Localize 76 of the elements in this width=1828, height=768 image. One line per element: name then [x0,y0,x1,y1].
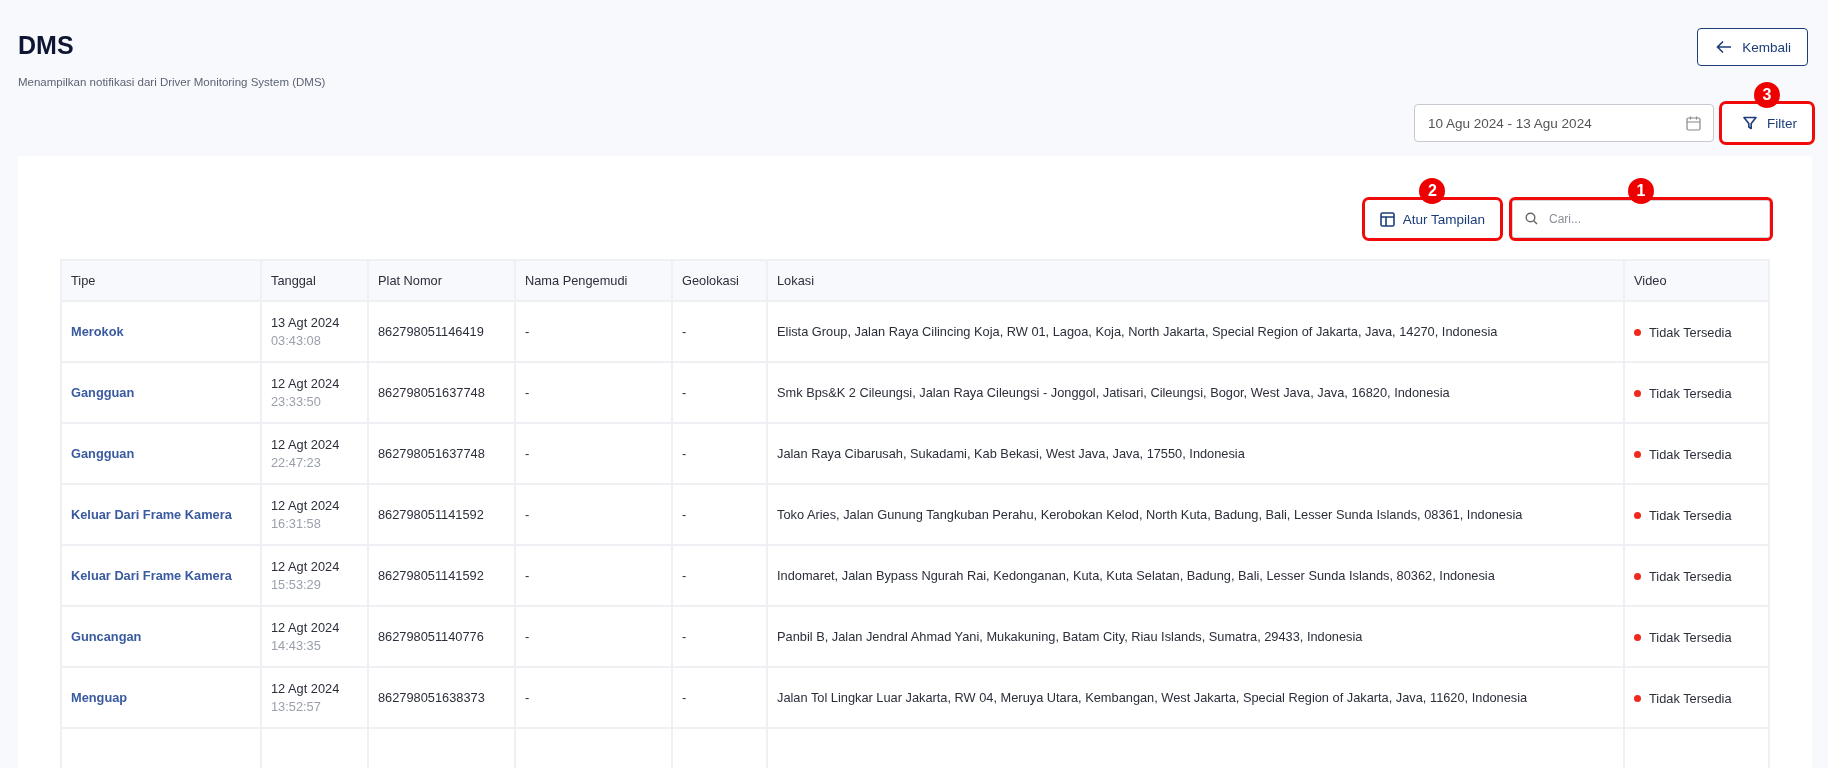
table-cell: - [682,507,687,522]
table-cell: Jalan Raya Cibarusah, Sukadami, Kab Bekasi, West Java, Java, 17550, Indonesia [777,446,1245,461]
search-icon [1525,212,1538,225]
table-cell: 862798051141592 [378,507,484,522]
table-cell: - [682,385,687,400]
time-text: 16:31:58 [271,516,322,531]
arrow-left-icon [1716,40,1733,54]
table-cell: - [525,324,530,339]
table-cell: Elista Group, Jalan Raya Cilincing Koja, RW 01, Lagoa, Koja, North Jakarta, Special Region of Jakarta, Java, 14270, Indonesia [777,324,1498,339]
event-type-link[interactable]: Merokok [71,324,124,339]
date-text: 13 Agt 2024 [271,315,341,330]
step-badge: 1 [1628,178,1654,204]
table-cell: - [682,690,687,705]
table-cell: - [525,446,530,461]
filter-button[interactable]: Filter [1722,104,1812,142]
video-status: Tidak Tersedia [1649,507,1732,523]
column-header: Lokasi [768,261,1623,300]
column-header: Nama Pengemudi [516,261,671,300]
date-text: 12 Agt 2024 [271,376,341,391]
video-status: Tidak Tersedia [1649,446,1732,462]
video-status: Tidak Tersedia [1649,629,1732,645]
date-text: 12 Agt 2024 [271,437,341,452]
page-title: DMS [18,30,75,60]
search-field[interactable]: Cari... [1512,200,1770,238]
video-status: Tidak Tersedia [1649,324,1732,340]
funnel-icon [1743,116,1757,130]
table-cell: - [682,324,687,339]
back-button[interactable]: Kembali [1697,28,1808,66]
date-text: 12 Agt 2024 [271,498,341,513]
table-cell: Smk Bps&K 2 Cileungsi, Jalan Raya Cileungsi - Jonggol, Jatisari, Cileungsi, Bogor, West Java, Java, 16820, Indonesia [777,385,1450,400]
page-subtitle: Menampilkan notifikasi dari Driver Monitoring System (DMS) [18,76,326,88]
table-cell: - [525,385,530,400]
video-status: Tidak Tersedia [1649,385,1732,401]
table-cell: 862798051637748 [378,446,485,461]
step-badge: 2 [1419,178,1446,204]
event-type-link[interactable]: Guncangan [71,629,142,644]
time-text: 14:43:35 [271,638,322,653]
table-cell: 862798051140776 [378,629,484,644]
table-cell: 862798051141592 [378,568,484,583]
table-cell: Toko Aries, Jalan Gunung Tangkuban Perahu, Kerobokan Kelod, North Kuta, Badung, Bali, Lesser Sunda Islands, 08361, Indonesia [777,507,1523,522]
view-settings-button[interactable]: Atur Tampilan [1364,200,1500,238]
column-header: Video [1625,261,1768,300]
table-cell: - [525,690,530,705]
table-cell: - [682,629,687,644]
time-text: 13:52:57 [271,699,322,714]
date-text: 12 Agt 2024 [271,681,341,696]
table-cell: - [525,629,530,644]
event-type-link[interactable]: Gangguan [71,446,135,461]
video-status: Tidak Tersedia [1649,690,1732,706]
video-status: Tidak Tersedia [1649,568,1732,584]
date-range-field[interactable]: 10 Agu 2024 - 13 Agu 2024 [1414,104,1714,142]
time-text: 03:43:08 [271,333,322,348]
column-header: Tanggal [262,261,367,300]
table-cell: Panbil B, Jalan Jendral Ahmad Yani, Mukakuning, Batam City, Riau Islands, Sumatra, 29433, Indonesia [777,629,1363,644]
time-text: 22:47:23 [271,455,322,470]
table-cell: 862798051637748 [378,385,485,400]
layout-icon [1379,211,1395,227]
table-cell: Jalan Tol Lingkar Luar Jakarta, RW 04, Meruya Utara, Kembangan, West Jakarta, Special Region of Jakarta, Java, 11620, Indonesia [777,690,1528,705]
table-cell: - [682,568,687,583]
time-text: 15:53:29 [271,577,322,592]
date-text: 12 Agt 2024 [271,620,341,635]
event-type-link[interactable]: Gangguan [71,385,135,400]
table-cell: - [682,446,687,461]
table-cell: - [525,568,530,583]
step-badge: 3 [1754,82,1780,108]
table-cell: Indomaret, Jalan Bypass Ngurah Rai, Kedonganan, Kuta, Kuta Selatan, Badung, Bali, Lesser Sunda Islands, 80362, Indonesia [777,568,1495,583]
table-cell: - [525,507,530,522]
event-type-link[interactable]: Menguap [71,690,128,705]
calendar-icon [1686,115,1701,131]
table-cell: 862798051146419 [378,324,484,339]
column-header: Geolokasi [673,261,766,300]
date-text: 12 Agt 2024 [271,559,341,574]
table-cell: 862798051638373 [378,690,485,705]
column-header: Plat Nomor [369,261,514,300]
time-text: 23:33:50 [271,394,322,409]
column-header: Tipe [62,261,260,300]
